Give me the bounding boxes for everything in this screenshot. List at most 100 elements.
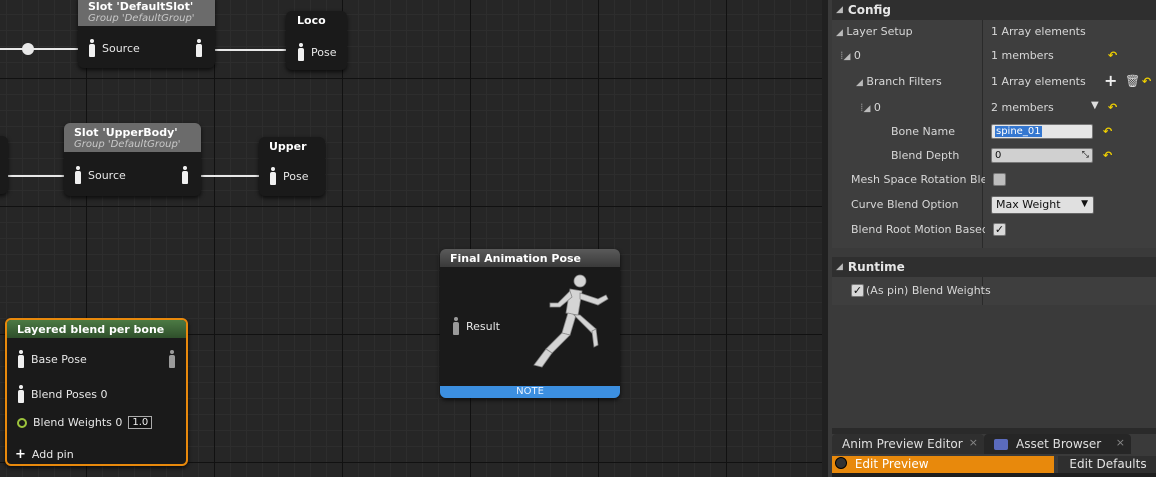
add-pin-label: Add pin bbox=[31, 448, 74, 461]
bone-name-input[interactable]: spine_01 bbox=[991, 124, 1093, 139]
element-0-label: ⁞◢ 0 bbox=[840, 49, 861, 62]
close-icon[interactable]: × bbox=[1116, 436, 1125, 449]
trash-icon[interactable]: 🗑 bbox=[1125, 74, 1140, 88]
wire-slot-upper-to-upper bbox=[200, 175, 260, 177]
loco-pose-pin[interactable]: Pose bbox=[297, 43, 336, 61]
config-category-header[interactable]: ◢ Config bbox=[832, 0, 1156, 20]
element-0-value: 1 members bbox=[991, 49, 1054, 62]
close-icon[interactable]: × bbox=[969, 436, 978, 449]
layered-blend-node[interactable]: Layered blend per bone Base Pose Blend P… bbox=[5, 318, 188, 466]
pose-pin-icon bbox=[17, 350, 25, 368]
as-pin-blend-weights-row: ✓ (As pin) Blend Weights bbox=[832, 279, 1156, 303]
layer-setup-row[interactable]: ◢ Layer Setup 1 Array elements bbox=[832, 20, 1156, 44]
pose-output-pin-icon[interactable] bbox=[195, 39, 203, 57]
record-icon bbox=[835, 457, 847, 469]
curve-blend-value: Max Weight bbox=[996, 198, 1061, 211]
final-pose-node[interactable]: Final Animation Pose Result NOTE bbox=[440, 249, 620, 398]
final-pose-title: Final Animation Pose bbox=[450, 252, 582, 265]
tab-asset-browser[interactable]: Asset Browser × bbox=[984, 434, 1131, 454]
loco-header: Loco bbox=[286, 11, 347, 29]
pose-pin-icon bbox=[17, 385, 25, 403]
layer-setup-value: 1 Array elements bbox=[991, 25, 1086, 38]
offscreen-node[interactable] bbox=[0, 136, 8, 194]
plus-icon: + bbox=[15, 447, 26, 462]
slot-default-source-pin[interactable]: Source bbox=[88, 39, 140, 57]
add-pin-button[interactable]: + Add pin bbox=[15, 447, 74, 462]
float-pin-icon bbox=[17, 417, 27, 428]
as-pin-checkbox[interactable]: ✓ bbox=[851, 284, 864, 297]
collapse-arrow-icon: ◢ bbox=[863, 104, 871, 114]
upper-title: Upper bbox=[269, 140, 307, 153]
branch-filters-row[interactable]: ◢ Branch Filters 1 Array elements + 🗑 ↶ bbox=[832, 70, 1156, 94]
slot-default-node[interactable]: Slot 'DefaultSlot' Group 'DefaultGroup' … bbox=[78, 0, 215, 68]
base-pose-label: Base Pose bbox=[31, 352, 87, 366]
wire-input-to-slot-default bbox=[0, 48, 78, 50]
chevron-down-icon[interactable]: ▼ bbox=[1091, 100, 1099, 111]
filter-0-row[interactable]: ⁞◢ 0 2 members ▼ ↶ bbox=[832, 96, 1156, 120]
reset-to-default-icon[interactable]: ↶ bbox=[1108, 101, 1117, 114]
slot-upper-header: Slot 'UpperBody' Group 'DefaultGroup' bbox=[64, 123, 201, 152]
collapse-arrow-icon: ◢ bbox=[836, 28, 843, 38]
upper-node[interactable]: Upper Pose bbox=[259, 137, 325, 196]
pose-pin-icon bbox=[452, 317, 460, 335]
pose-output-pin-icon[interactable] bbox=[168, 350, 176, 368]
reset-to-default-icon[interactable]: ↶ bbox=[1103, 125, 1112, 138]
curve-blend-dropdown[interactable]: Max Weight ▼ bbox=[991, 196, 1094, 214]
reset-to-default-icon[interactable]: ↶ bbox=[1103, 149, 1112, 162]
anim-graph-canvas[interactable]: Slot 'DefaultSlot' Group 'DefaultGroup' … bbox=[0, 0, 822, 477]
final-pose-result-pin[interactable]: Result bbox=[452, 317, 500, 335]
blend-poses-label: Blend Poses 0 bbox=[31, 387, 108, 401]
loco-pose-label: Pose bbox=[311, 45, 337, 59]
panel-bottom bbox=[832, 473, 1156, 477]
pose-pin-icon bbox=[88, 39, 96, 57]
slot-upper-source-pin[interactable]: Source bbox=[74, 166, 126, 184]
mesh-space-label: Mesh Space Rotation Blend bbox=[851, 173, 985, 186]
collapse-arrow-icon: ◢ bbox=[836, 262, 843, 272]
bone-name-label: Bone Name bbox=[891, 125, 955, 138]
blend-weights-pin[interactable]: Blend Weights 0 1.0 bbox=[17, 416, 153, 429]
reset-to-default-icon[interactable]: ↶ bbox=[1108, 49, 1117, 62]
wire-reroute-knot[interactable] bbox=[22, 43, 34, 55]
blend-depth-label: Blend Depth bbox=[891, 149, 960, 162]
tab-asset-browser-label: Asset Browser bbox=[1016, 437, 1102, 451]
tab-anim-preview-label: Anim Preview Editor bbox=[842, 437, 963, 451]
asset-browser-icon bbox=[994, 438, 1008, 450]
layer-setup-label: ◢ Layer Setup bbox=[836, 25, 913, 38]
blend-poses-pin[interactable]: Blend Poses 0 bbox=[17, 385, 108, 403]
slot-default-title: Slot 'DefaultSlot' bbox=[88, 0, 194, 13]
wire-input-to-slot-upper bbox=[0, 175, 64, 177]
edit-preview-label: Edit Preview bbox=[854, 457, 929, 471]
root-motion-checkbox[interactable]: ✓ bbox=[993, 223, 1006, 236]
curve-blend-row: Curve Blend Option Max Weight ▼ bbox=[832, 193, 1156, 217]
wire-slot-default-to-loco bbox=[214, 49, 288, 51]
slot-upper-title: Slot 'UpperBody' bbox=[74, 126, 178, 139]
upper-pose-pin[interactable]: Pose bbox=[269, 167, 308, 185]
element-0-row[interactable]: ⁞◢ 0 1 members ↶ bbox=[832, 44, 1156, 68]
runtime-category-header[interactable]: ◢ Runtime bbox=[832, 257, 1156, 277]
slot-upper-source-label: Source bbox=[88, 168, 126, 182]
edit-defaults-button[interactable]: Edit Defaults bbox=[1058, 456, 1156, 473]
tab-anim-preview-editor[interactable]: Anim Preview Editor × bbox=[832, 434, 984, 454]
slot-upper-node[interactable]: Slot 'UpperBody' Group 'DefaultGroup' So… bbox=[64, 123, 201, 196]
upper-pose-label: Pose bbox=[283, 169, 309, 183]
running-mannequin-icon bbox=[533, 274, 609, 368]
collapse-arrow-icon: ◢ bbox=[856, 78, 863, 88]
upper-header: Upper bbox=[259, 137, 325, 155]
pose-output-pin-icon[interactable] bbox=[181, 166, 189, 184]
filter-0-label: ⁞◢ 0 bbox=[860, 101, 881, 114]
pose-pin-icon bbox=[74, 166, 82, 184]
curve-blend-label: Curve Blend Option bbox=[851, 198, 959, 211]
edit-preview-button[interactable]: Edit Preview bbox=[832, 456, 1054, 473]
reset-to-default-icon[interactable]: ↶ bbox=[1142, 75, 1151, 88]
add-element-icon[interactable]: + bbox=[1104, 71, 1117, 90]
blend-weights-value-input[interactable]: 1.0 bbox=[128, 416, 153, 429]
edit-defaults-label: Edit Defaults bbox=[1069, 457, 1147, 471]
blend-weights-label: Blend Weights 0 bbox=[33, 416, 123, 429]
branch-filters-label: ◢ Branch Filters bbox=[856, 75, 942, 88]
mesh-space-checkbox[interactable] bbox=[993, 173, 1006, 186]
details-panel: ◢ Config ◢ Layer Setup 1 Array elements … bbox=[822, 0, 1156, 477]
loco-node[interactable]: Loco Pose bbox=[286, 11, 347, 70]
loco-title: Loco bbox=[297, 14, 326, 27]
blend-depth-spinbox[interactable]: 0 ⤡ bbox=[991, 148, 1093, 163]
base-pose-pin[interactable]: Base Pose bbox=[17, 350, 87, 368]
